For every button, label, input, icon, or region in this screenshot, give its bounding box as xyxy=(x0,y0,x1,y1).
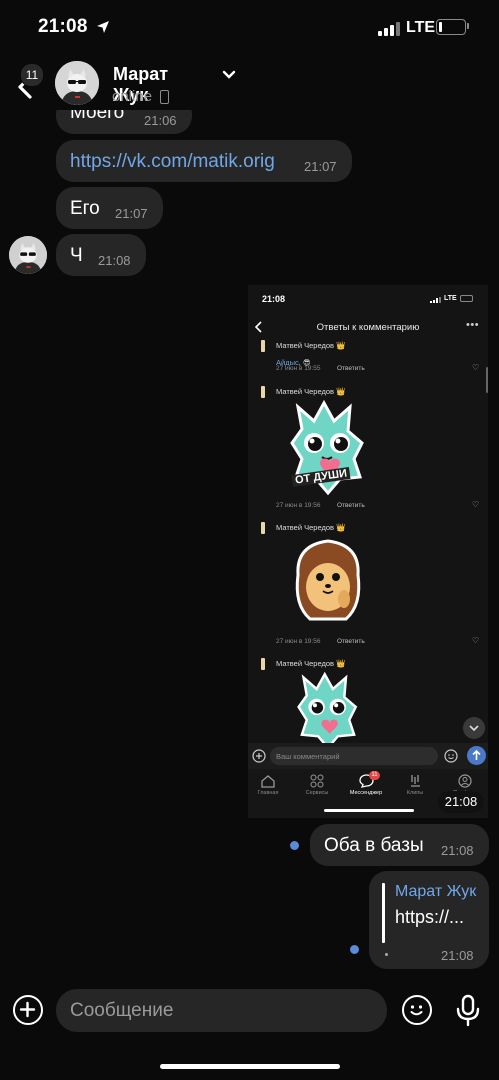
message-text: Его xyxy=(70,198,100,219)
signal-icon xyxy=(378,22,400,36)
message-time: 21:06 xyxy=(144,113,177,128)
forwarded-message-bubble[interactable]: Марат Жук https://... 21:08 xyxy=(369,871,489,969)
message-bubble[interactable]: Ч 21:08 xyxy=(56,234,146,276)
inner-reply-link: Ответить xyxy=(337,502,365,509)
plus-icon xyxy=(19,1001,36,1018)
inner-comment-author: Матвей Чередов 👑 xyxy=(276,659,346,668)
chevron-down-icon xyxy=(469,725,479,732)
emoji-button[interactable] xyxy=(402,995,432,1025)
inner-home-indicator xyxy=(324,809,414,812)
location-arrow-icon xyxy=(97,21,109,33)
inner-avatar-icon xyxy=(261,340,265,352)
home-indicator xyxy=(160,1064,340,1069)
battery-cap xyxy=(467,23,469,29)
inner-like-icon: ♡ xyxy=(472,500,480,509)
message-text: Ч xyxy=(70,245,83,266)
inner-comment-meta: 27 июн в 19:56 xyxy=(276,638,321,645)
attach-button[interactable] xyxy=(13,995,43,1025)
message-bubble[interactable]: https://vk.com/matik.orig 21:07 xyxy=(56,140,352,182)
cat-avatar-icon xyxy=(9,236,47,274)
contact-avatar[interactable] xyxy=(55,61,99,105)
presence-status: online xyxy=(112,88,153,105)
inner-more-icon: ••• xyxy=(466,319,480,331)
mobile-device-icon xyxy=(160,90,169,104)
cat-avatar-icon xyxy=(55,61,99,105)
inner-avatar-icon xyxy=(261,522,265,534)
home-icon xyxy=(261,775,275,788)
message-text: Оба в базы xyxy=(324,835,424,856)
message-time: 21:08 xyxy=(441,948,474,963)
unread-dot xyxy=(350,945,359,954)
sticker-hedgehog-icon xyxy=(295,539,361,621)
message-time: 21:07 xyxy=(304,159,337,174)
status-time: 21:08 xyxy=(38,16,88,37)
reply-author[interactable]: Марат Жук xyxy=(395,883,476,901)
inner-comment-author: Матвей Чередов 👑 xyxy=(276,341,346,350)
unread-dot xyxy=(290,841,299,850)
unread-badge: 11 xyxy=(20,63,44,87)
inner-signal-icon xyxy=(430,297,442,303)
clips-icon xyxy=(411,775,420,787)
inner-title: Ответы к комментарию xyxy=(316,322,420,333)
chevron-down-icon[interactable] xyxy=(222,70,236,80)
inner-send-button xyxy=(467,746,486,765)
inner-tab-label: Главная xyxy=(257,790,279,796)
inner-tab-label: Сервисы xyxy=(305,790,329,796)
inner-scroll-down-button xyxy=(463,717,485,739)
inner-tab-label: Мессенджер xyxy=(349,790,383,796)
message-time: 21:07 xyxy=(115,206,148,221)
arrow-up-icon xyxy=(472,749,481,760)
battery-icon xyxy=(436,19,466,35)
inner-comment-meta: 27 июн в 19:55 xyxy=(276,365,321,372)
inner-network: LTE xyxy=(444,295,457,302)
inner-status-time: 21:08 xyxy=(262,294,286,304)
services-icon xyxy=(310,774,324,788)
inner-avatar-icon xyxy=(261,658,265,670)
inner-avatar-icon xyxy=(261,386,265,398)
reply-bar xyxy=(382,883,385,943)
message-link[interactable]: https://vk.com/matik.orig xyxy=(70,151,275,173)
screenshot-attachment[interactable]: 21:08 LTE Ответы к комментарию ••• Матве… xyxy=(248,285,488,818)
smile-icon xyxy=(410,1005,423,1016)
reply-text: https://... xyxy=(395,907,465,927)
inner-reply-link: Ответить xyxy=(337,638,365,645)
inner-scrollbar xyxy=(486,367,488,393)
message-bubble[interactable]: Оба в базы 21:08 xyxy=(310,824,489,866)
inner-comment-meta: 27 июн в 19:56 xyxy=(276,502,321,509)
inner-reply-link: Ответить xyxy=(337,365,365,372)
sticker-creature-icon xyxy=(297,671,358,750)
message-bubble[interactable]: Его 21:07 xyxy=(56,187,163,229)
microphone-icon[interactable] xyxy=(455,994,481,1028)
sender-avatar[interactable] xyxy=(9,236,47,274)
message-input-placeholder: Сообщение xyxy=(70,1000,174,1021)
message-time: 21:08 xyxy=(98,253,131,268)
inner-tab-label: Клипы xyxy=(406,790,424,796)
inner-input-placeholder: Ваш комментарий xyxy=(276,752,340,761)
inner-battery-icon xyxy=(460,295,473,302)
inner-tab-badge: 11 xyxy=(369,771,380,780)
network-type: LTE xyxy=(406,19,436,36)
message-time: 21:08 xyxy=(438,791,484,813)
inner-like-icon: ♡ xyxy=(472,636,480,645)
inner-emoji-icon xyxy=(444,749,458,763)
profile-icon xyxy=(458,774,472,788)
inner-comment-author: Матвей Чередов 👑 xyxy=(276,523,346,532)
inner-add-icon xyxy=(252,749,266,763)
inner-comment-author: Матвей Чередов 👑 xyxy=(276,387,346,396)
message-time: 21:08 xyxy=(441,843,474,858)
read-dot xyxy=(385,953,388,956)
inner-like-icon: ♡ xyxy=(472,363,480,372)
